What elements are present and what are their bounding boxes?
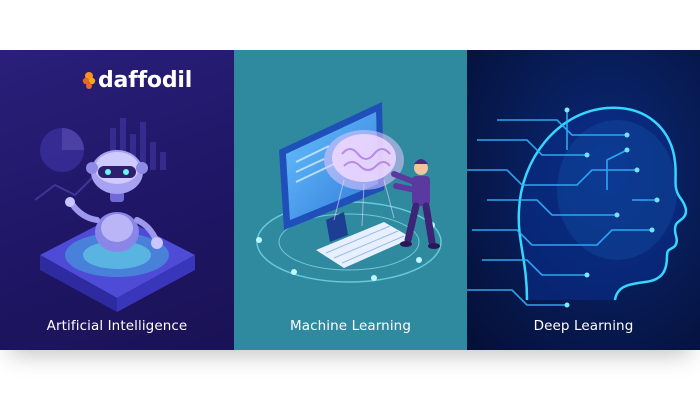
circuit-head-illustration: [467, 106, 688, 308]
panel-deep-learning[interactable]: Deep Learning: [467, 50, 700, 350]
panel-label: Machine Learning: [289, 318, 411, 334]
services-banner: daffodil Artificial Intelligence Machine…: [0, 50, 700, 350]
panel-artificial-intelligence[interactable]: daffodil Artificial Intelligence: [0, 50, 234, 350]
panel-label: Artificial Intelligence: [46, 318, 188, 334]
robot-illustration: [34, 118, 195, 312]
panel-label: Deep Learning: [533, 318, 634, 334]
panel-machine-learning[interactable]: Machine Learning: [234, 50, 467, 350]
brain-computer-illustration: [256, 102, 442, 283]
